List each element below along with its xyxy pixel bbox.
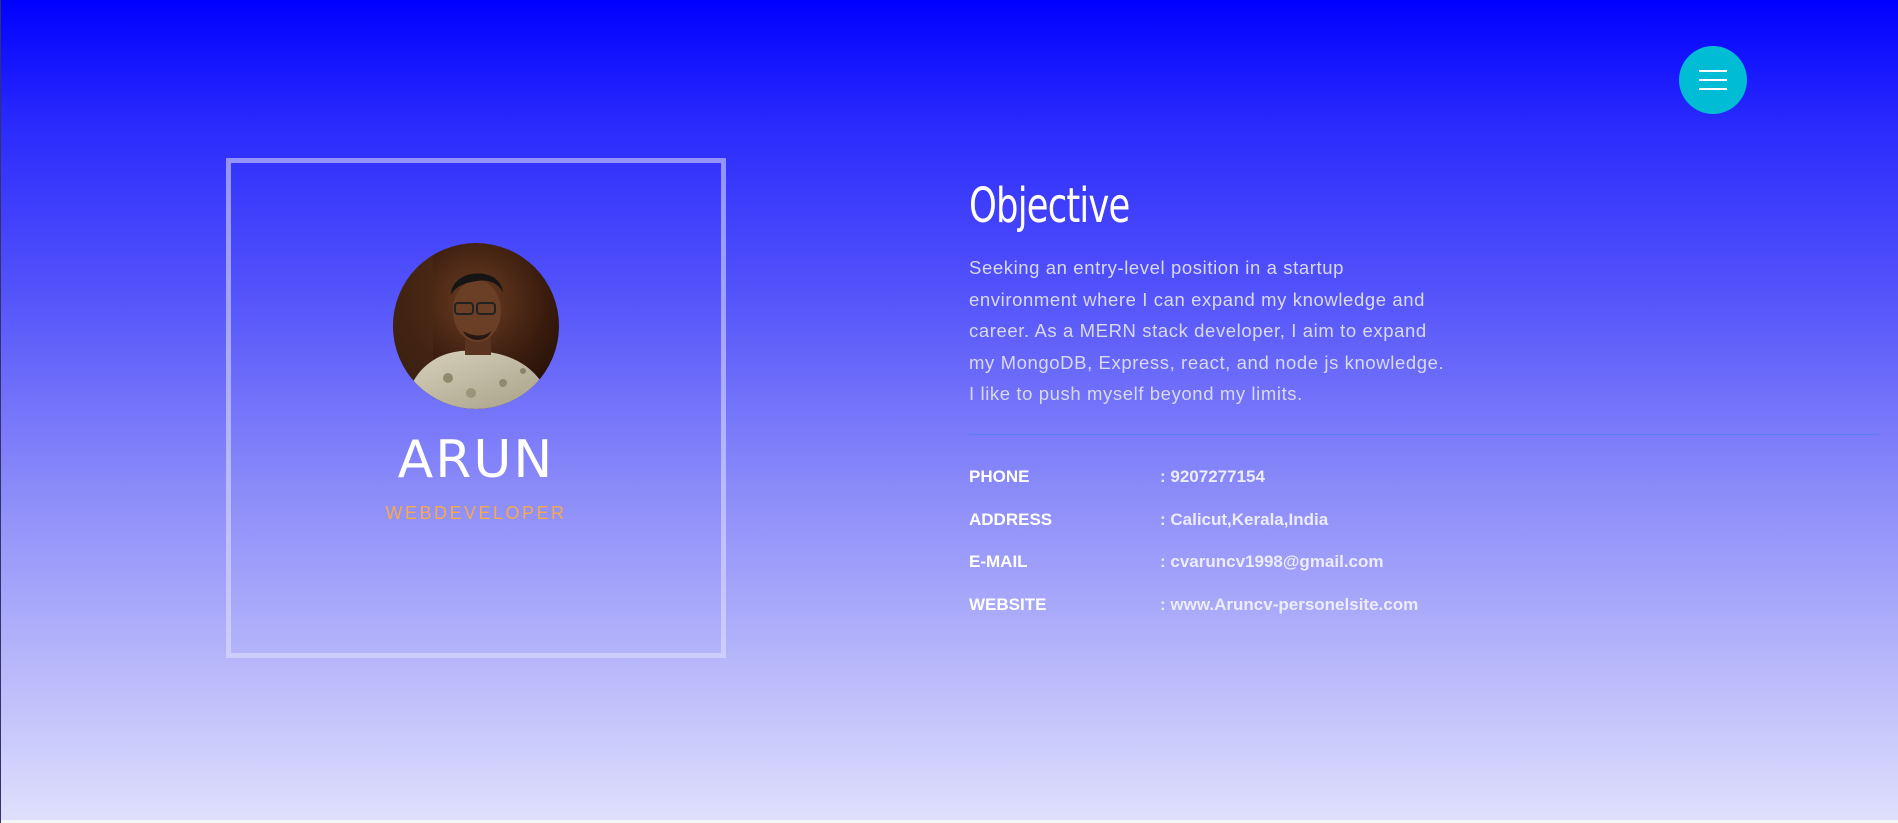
menu-button[interactable] — [1679, 46, 1747, 114]
contact-value: : www.Aruncv-personelsite.com — [1160, 595, 1419, 614]
contact-value: : cvaruncv1998@gmail.com — [1160, 552, 1384, 571]
hamburger-menu-icon-bar — [1699, 88, 1727, 90]
page: ARUN WEBDEVELOPER Objective Seeking an e… — [0, 0, 1898, 823]
contact-label: PHONE — [969, 467, 1030, 486]
profile-name: ARUN — [397, 430, 555, 490]
objective-title: Objective — [969, 178, 1130, 234]
avatar — [393, 243, 559, 409]
divider — [969, 434, 1879, 435]
contact-value: : Calicut,Kerala,India — [1160, 510, 1329, 529]
hamburger-menu-icon — [1699, 70, 1727, 72]
contact-value: : 9207277154 — [1160, 467, 1265, 486]
contact-label: WEBSITE — [969, 595, 1047, 614]
contact-label: ADDRESS — [969, 510, 1053, 529]
objective-text: Seeking an entry-level position in a sta… — [969, 257, 1445, 404]
contact-label: E-MAIL — [969, 552, 1028, 571]
profile-role: WEBDEVELOPER — [385, 503, 567, 523]
profile-photo — [393, 243, 559, 409]
hamburger-menu-icon-bar — [1699, 79, 1727, 81]
